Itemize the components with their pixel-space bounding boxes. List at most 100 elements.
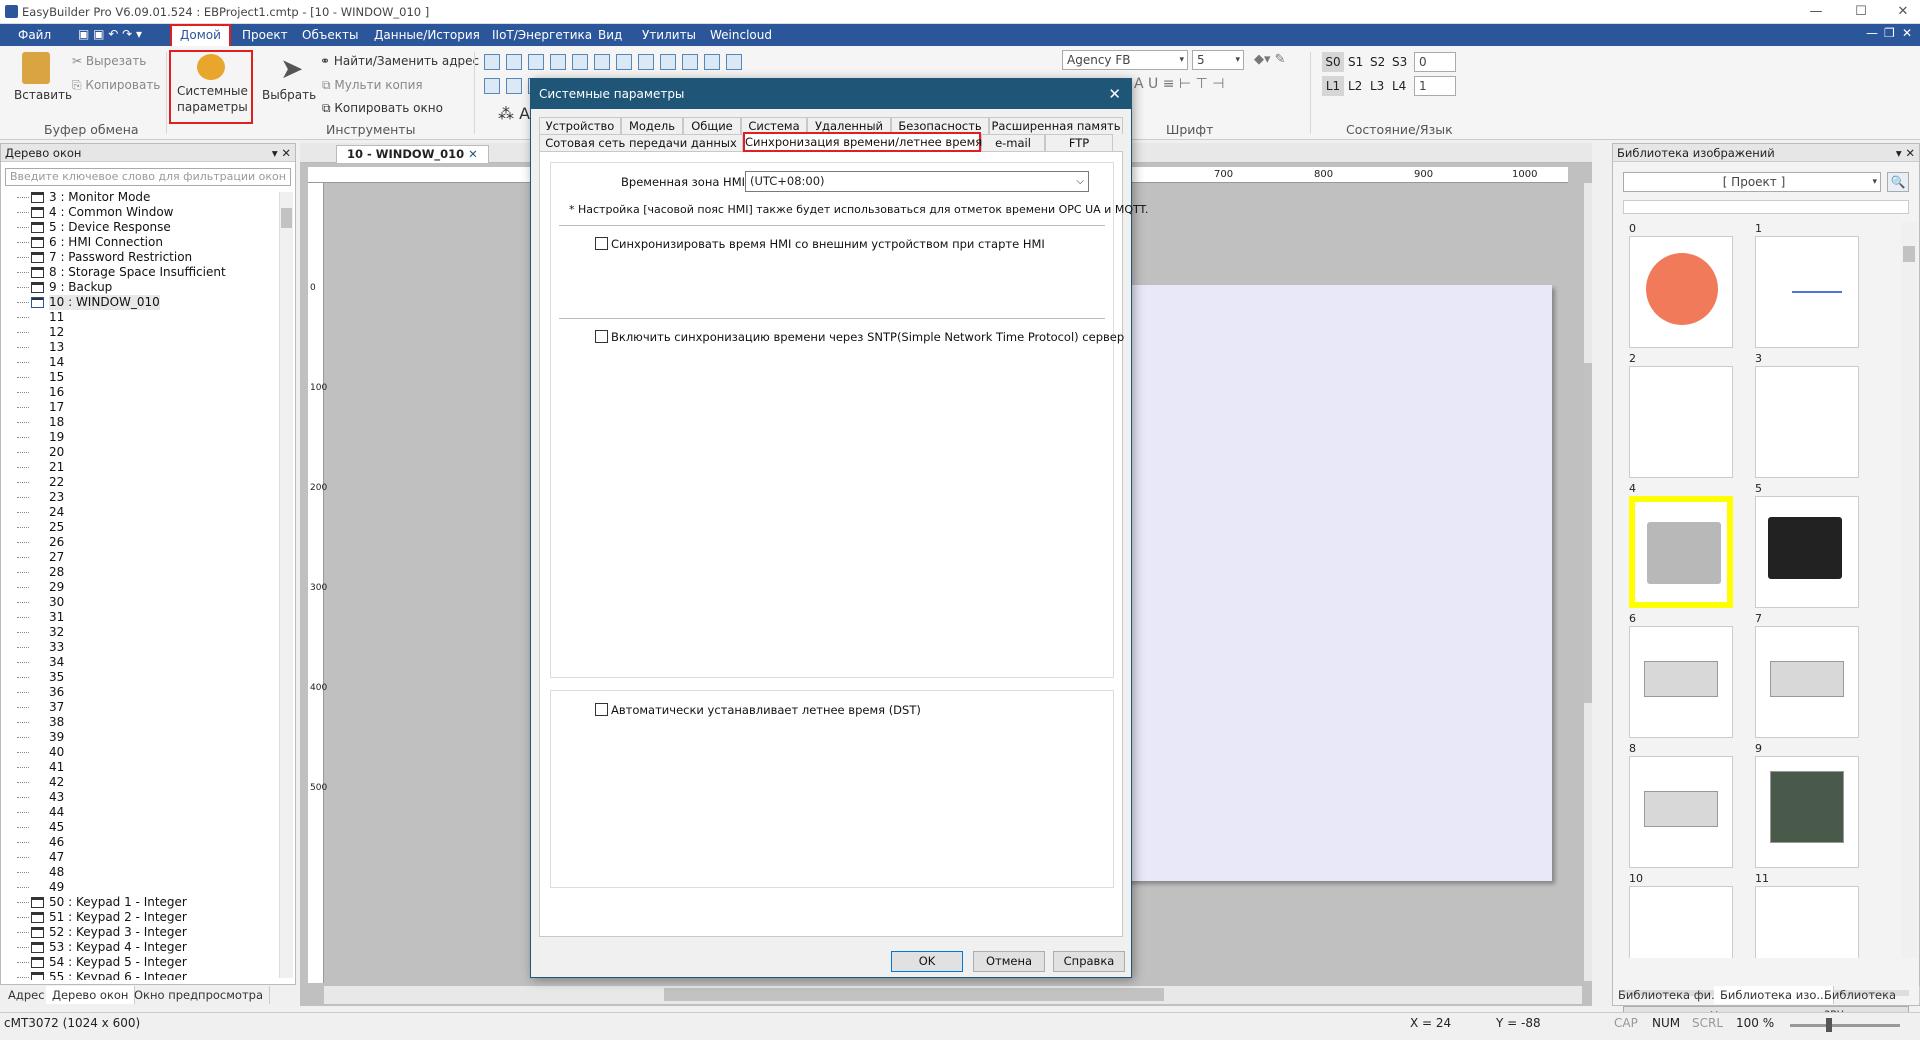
dst-checkbox[interactable] xyxy=(595,703,608,716)
state-value-spinner[interactable]: 0 xyxy=(1414,52,1456,72)
tab-time-sync[interactable]: Синхронизация времени/летнее время xyxy=(743,132,982,152)
inner-minimize[interactable]: — xyxy=(1866,26,1878,40)
text-object-icon[interactable]: ⁂ A xyxy=(498,104,530,123)
close-tab-icon[interactable]: ✕ xyxy=(468,147,478,161)
library-image-cell[interactable] xyxy=(1755,236,1859,348)
tree-scroll-thumb[interactable] xyxy=(281,208,292,228)
lang-l3[interactable]: L3 xyxy=(1370,79,1384,93)
font-name-select[interactable]: Agency FB ▾ xyxy=(1062,50,1188,70)
library-image-cell[interactable] xyxy=(1629,756,1733,868)
help-button[interactable]: Справка xyxy=(1053,951,1125,972)
tab-general[interactable]: Общие xyxy=(683,117,741,134)
tab-image-library[interactable]: Библиотека изо... xyxy=(1714,986,1835,1004)
library-image-cell[interactable] xyxy=(1755,756,1859,868)
library-image-cell[interactable] xyxy=(1629,626,1733,738)
tab-sound-library[interactable]: Библиотека зву... xyxy=(1818,986,1920,1020)
object-icon[interactable] xyxy=(616,54,632,70)
library-scrollbar[interactable] xyxy=(1901,222,1917,958)
state-s0[interactable]: S0 xyxy=(1322,52,1344,72)
window-filter-input[interactable]: Введите ключевое слово для фильтрации ок… xyxy=(5,168,291,186)
lang-value-spinner[interactable]: 1 xyxy=(1414,76,1456,96)
editor-vscroll-thumb[interactable] xyxy=(1584,363,1592,703)
object-icon[interactable] xyxy=(594,54,610,70)
library-image-cell[interactable] xyxy=(1629,886,1733,958)
minimize-button[interactable]: — xyxy=(1801,2,1831,22)
font-size-select[interactable]: 5 ▾ xyxy=(1192,50,1244,70)
dialog-close-icon[interactable]: ✕ xyxy=(1108,79,1121,109)
state-s2[interactable]: S2 xyxy=(1370,55,1385,69)
lamp-icon[interactable] xyxy=(484,54,500,70)
tab-ftp[interactable]: FTP xyxy=(1045,134,1113,151)
paste-button[interactable]: Вставить xyxy=(14,88,72,102)
menu-utilities[interactable]: Утилиты xyxy=(634,24,704,46)
copy-window-button[interactable]: ⧉ Копировать окно xyxy=(322,101,443,116)
system-params-button[interactable]: Системные параметры xyxy=(169,50,253,124)
select-button[interactable]: Выбрать xyxy=(262,88,316,102)
copy-button[interactable]: ⎘ Копировать xyxy=(72,78,160,93)
editor-vscrollbar[interactable] xyxy=(1584,183,1592,981)
object-icon[interactable] xyxy=(726,54,742,70)
library-search-icon[interactable]: 🔍 xyxy=(1887,172,1909,192)
inner-restore[interactable]: ❐ xyxy=(1884,26,1895,40)
library-image-cell[interactable] xyxy=(1755,496,1859,608)
sntp-checkbox[interactable] xyxy=(595,330,608,343)
cancel-button[interactable]: Отмена xyxy=(973,951,1045,972)
tab-window-010[interactable]: 10 - WINDOW_010 ✕ xyxy=(336,145,489,163)
state-s3[interactable]: S3 xyxy=(1392,55,1407,69)
inner-close[interactable]: ✕ xyxy=(1902,26,1912,40)
tab-device[interactable]: Устройство xyxy=(539,117,621,134)
library-image-cell[interactable] xyxy=(1629,366,1733,478)
cut-button[interactable]: ✂ Вырезать xyxy=(72,54,146,68)
tab-extended-memory[interactable]: Расширенная память xyxy=(989,117,1123,134)
find-replace-button[interactable]: ⚭ Найти/Заменить адрес xyxy=(320,54,479,68)
close-button[interactable]: ✕ xyxy=(1888,2,1918,22)
library-filter-bar[interactable] xyxy=(1623,200,1909,214)
color-tools[interactable]: ◆▾ ✎ xyxy=(1254,52,1286,67)
menu-project[interactable]: Проект xyxy=(234,24,296,46)
library-image-cell[interactable] xyxy=(1629,496,1733,608)
menu-objects[interactable]: Объекты xyxy=(294,24,366,46)
lang-l4[interactable]: L4 xyxy=(1392,79,1406,93)
menu-view[interactable]: Вид xyxy=(590,24,630,46)
lang-l2[interactable]: L2 xyxy=(1348,79,1362,93)
tab-address[interactable]: Адрес xyxy=(2,986,52,1004)
multi-copy-button[interactable]: ⧉ Мульти копия xyxy=(322,78,423,93)
tab-cellular[interactable]: Сотовая сеть передачи данных xyxy=(539,134,743,151)
menu-data-history[interactable]: Данные/История xyxy=(366,24,488,46)
library-image-cell[interactable] xyxy=(1755,886,1859,958)
tab-model[interactable]: Модель xyxy=(621,117,683,134)
tab-email[interactable]: e-mail xyxy=(981,134,1045,151)
library-image-cell[interactable] xyxy=(1755,366,1859,478)
library-image-cell[interactable] xyxy=(1755,626,1859,738)
library-scroll-thumb[interactable] xyxy=(1903,246,1915,262)
object-icon[interactable] xyxy=(660,54,676,70)
library-project-select[interactable]: [ Проект ] ▾ xyxy=(1623,172,1881,192)
tab-preview[interactable]: Окно предпросмотра xyxy=(128,986,270,1004)
object-icon[interactable] xyxy=(638,54,654,70)
bit-icon[interactable] xyxy=(506,54,522,70)
menu-weincloud[interactable]: Weincloud xyxy=(702,24,780,46)
zoom-slider-thumb[interactable] xyxy=(1826,1018,1832,1032)
object-icon[interactable] xyxy=(506,78,522,94)
zoom-slider[interactable] xyxy=(1790,1018,1900,1032)
numeric-icon[interactable] xyxy=(528,54,544,70)
menu-file[interactable]: Файл xyxy=(10,24,59,46)
object-icon[interactable] xyxy=(484,78,500,94)
sync-external-checkbox[interactable] xyxy=(595,237,608,250)
lang-l1[interactable]: L1 xyxy=(1322,76,1344,96)
object-icon[interactable] xyxy=(682,54,698,70)
object-icon[interactable] xyxy=(572,54,588,70)
menu-home[interactable]: Домой xyxy=(170,24,231,46)
object-icon[interactable] xyxy=(704,54,720,70)
timezone-select[interactable]: (UTC+08:00) ⌵ xyxy=(745,171,1089,192)
tree-scrollbar[interactable] xyxy=(279,192,293,978)
editor-hscrollbar[interactable] xyxy=(324,986,1582,1004)
ok-button[interactable]: OK xyxy=(891,951,963,972)
library-image-cell[interactable] xyxy=(1629,236,1733,348)
editor-hscroll-thumb[interactable] xyxy=(664,988,1164,1001)
menu-iiot-energy[interactable]: IIoT/Энергетика xyxy=(484,24,600,46)
tab-window-tree[interactable]: Дерево окон xyxy=(46,986,136,1004)
state-s1[interactable]: S1 xyxy=(1348,55,1363,69)
tab-shape-library[interactable]: Библиотека фи... xyxy=(1612,986,1730,1004)
maximize-button[interactable]: ☐ xyxy=(1846,2,1876,22)
